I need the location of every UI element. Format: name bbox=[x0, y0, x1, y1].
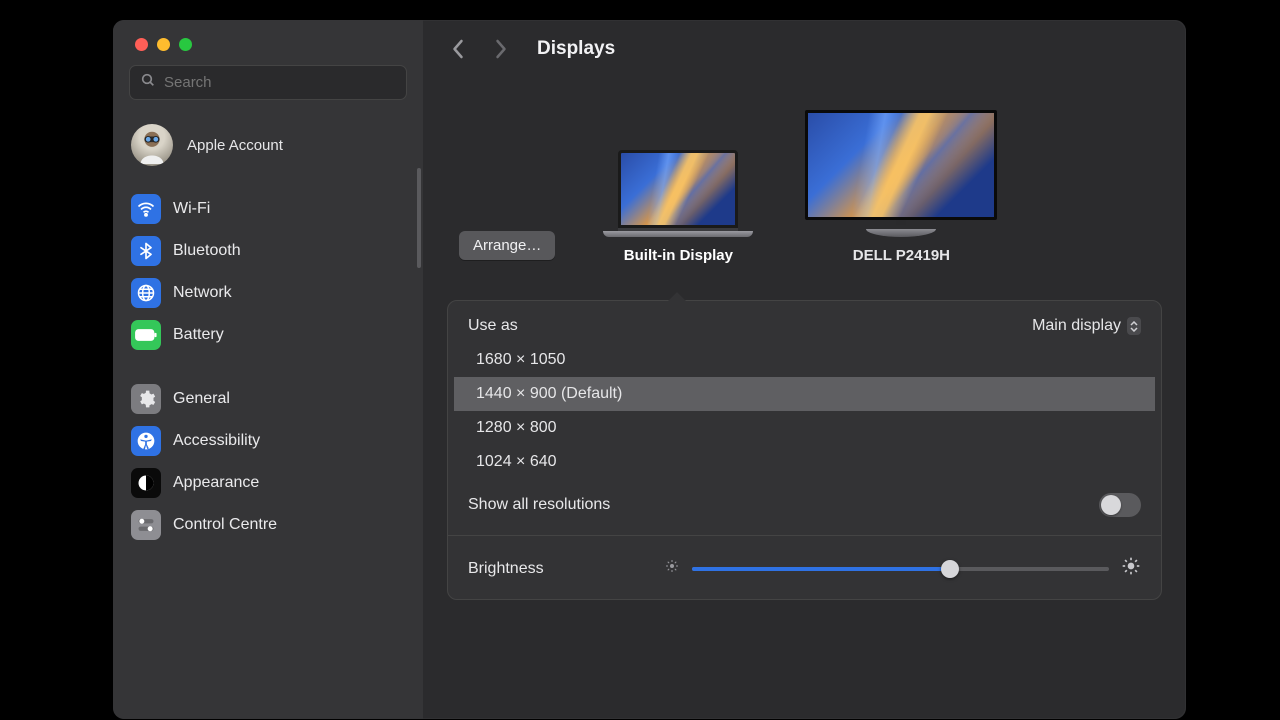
sidebar-nav: Wi-Fi Bluetooth Network Battery General Acce… bbox=[113, 182, 423, 568]
globe-icon bbox=[131, 278, 161, 308]
sidebar-item-label: Accessibility bbox=[173, 432, 260, 450]
sidebar-item-label: Appearance bbox=[173, 474, 259, 492]
search-icon bbox=[140, 72, 156, 93]
show-all-resolutions-toggle[interactable] bbox=[1099, 493, 1141, 517]
sidebar-item-label: Control Centre bbox=[173, 516, 277, 534]
brightness-row: Brightness bbox=[448, 540, 1161, 599]
brightness-min-icon bbox=[664, 558, 680, 579]
close-window-button[interactable] bbox=[135, 38, 148, 51]
sidebar-item-network[interactable]: Network bbox=[123, 272, 413, 314]
search-field[interactable] bbox=[129, 65, 407, 100]
laptop-icon bbox=[603, 150, 753, 237]
back-button[interactable] bbox=[447, 36, 469, 62]
minimize-window-button[interactable] bbox=[157, 38, 170, 51]
resolution-option[interactable]: 1680 × 1050 bbox=[454, 343, 1155, 377]
resolution-option[interactable]: 1280 × 800 bbox=[454, 411, 1155, 445]
divider bbox=[448, 535, 1161, 536]
display-settings-panel: Use as Main display 1680 × 10501440 × 90… bbox=[447, 300, 1162, 600]
contrast-icon bbox=[131, 468, 161, 498]
display-builtin[interactable]: Built-in Display bbox=[603, 150, 753, 264]
battery-icon bbox=[131, 320, 161, 350]
brightness-slider[interactable] bbox=[692, 567, 1109, 571]
sidebar: Apple Account Wi-Fi Bluetooth Network Batte… bbox=[113, 20, 423, 719]
forward-button[interactable] bbox=[489, 36, 511, 62]
resolution-option[interactable]: 1440 × 900 (Default) bbox=[454, 377, 1155, 411]
sidebar-item-general[interactable]: General bbox=[123, 378, 413, 420]
use-as-label: Use as bbox=[468, 317, 518, 335]
display-builtin-label: Built-in Display bbox=[624, 247, 733, 264]
sidebar-item-control-centre[interactable]: Control Centre bbox=[123, 504, 413, 546]
bluetooth-icon bbox=[131, 236, 161, 266]
sidebar-item-wi-fi[interactable]: Wi-Fi bbox=[123, 188, 413, 230]
resolution-list: 1680 × 10501440 × 900 (Default)1280 × 80… bbox=[448, 339, 1161, 487]
switches-icon bbox=[131, 510, 161, 540]
window-controls bbox=[113, 20, 423, 51]
search-input[interactable] bbox=[164, 74, 396, 91]
sidebar-item-label: Network bbox=[173, 284, 232, 302]
show-all-resolutions-row: Show all resolutions bbox=[448, 487, 1161, 531]
brightness-label: Brightness bbox=[468, 560, 544, 578]
brightness-max-icon bbox=[1121, 556, 1141, 581]
resolution-option[interactable]: 1024 × 640 bbox=[454, 445, 1155, 479]
content-pane: Displays Arrange… Built-in Display DELL … bbox=[423, 20, 1186, 719]
sidebar-scrollbar[interactable] bbox=[417, 168, 421, 268]
access-icon bbox=[131, 426, 161, 456]
apple-account-row[interactable]: Apple Account bbox=[113, 108, 423, 182]
sidebar-item-label: Wi-Fi bbox=[173, 200, 210, 218]
use-as-row: Use as Main display bbox=[448, 301, 1161, 339]
use-as-value: Main display bbox=[1032, 317, 1121, 335]
gear-icon bbox=[131, 384, 161, 414]
displays-row: Arrange… Built-in Display DELL P2419H bbox=[423, 70, 1186, 284]
arrange-button[interactable]: Arrange… bbox=[459, 231, 555, 260]
use-as-dropdown[interactable]: Main display bbox=[1032, 317, 1141, 335]
chevron-updown-icon bbox=[1127, 317, 1141, 335]
sidebar-item-label: Bluetooth bbox=[173, 242, 241, 260]
sidebar-item-bluetooth[interactable]: Bluetooth bbox=[123, 230, 413, 272]
sidebar-item-label: General bbox=[173, 390, 230, 408]
monitor-icon bbox=[801, 110, 1001, 237]
account-label: Apple Account bbox=[187, 137, 283, 154]
sidebar-item-accessibility[interactable]: Accessibility bbox=[123, 420, 413, 462]
display-external[interactable]: DELL P2419H bbox=[801, 110, 1001, 264]
page-title: Displays bbox=[537, 38, 615, 60]
avatar bbox=[131, 124, 173, 166]
topbar: Displays bbox=[423, 20, 1186, 70]
display-external-label: DELL P2419H bbox=[853, 247, 950, 264]
sidebar-item-battery[interactable]: Battery bbox=[123, 314, 413, 356]
show-all-resolutions-label: Show all resolutions bbox=[468, 496, 610, 514]
fullscreen-window-button[interactable] bbox=[179, 38, 192, 51]
sidebar-item-label: Battery bbox=[173, 326, 224, 344]
sidebar-item-appearance[interactable]: Appearance bbox=[123, 462, 413, 504]
settings-window: Apple Account Wi-Fi Bluetooth Network Batte… bbox=[112, 19, 1187, 720]
wifi-icon bbox=[131, 194, 161, 224]
